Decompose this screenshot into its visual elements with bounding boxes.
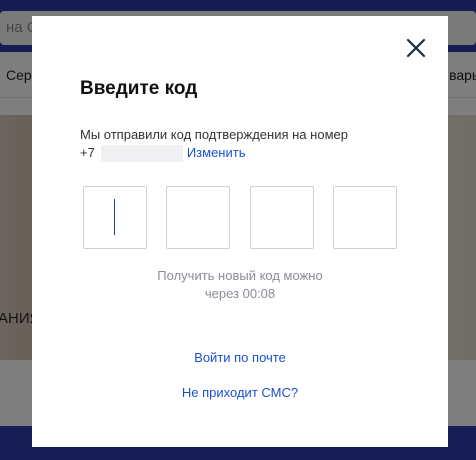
verification-code-dialog: Введите код Мы отправили код подтвержден… [32, 16, 448, 447]
phone-number-row: +7 Изменить [80, 145, 245, 163]
code-digit-input-4[interactable] [333, 186, 397, 249]
login-by-email-link[interactable]: Войти по почте [32, 350, 448, 365]
masked-phone-number [100, 145, 183, 162]
resend-hint-line1: Получить новый код можно [157, 268, 323, 283]
change-number-link[interactable]: Изменить [187, 145, 246, 161]
close-button[interactable] [404, 36, 428, 60]
code-digit-input-1[interactable] [83, 186, 147, 249]
code-digit-input-2[interactable] [166, 186, 230, 249]
phone-prefix: +7 [80, 145, 95, 160]
sms-not-received-link[interactable]: Не приходит СМС? [32, 385, 448, 400]
resend-timer-hint: Получить новый код можно через 00:08 [32, 267, 448, 303]
text-cursor [114, 199, 115, 235]
resend-hint-line2: через 00:08 [204, 286, 276, 301]
close-icon [406, 38, 426, 58]
dialog-title: Введите код [80, 78, 198, 99]
code-digit-input-3[interactable] [250, 186, 314, 249]
sent-code-info: Мы отправили код подтверждения на номер [80, 127, 348, 142]
